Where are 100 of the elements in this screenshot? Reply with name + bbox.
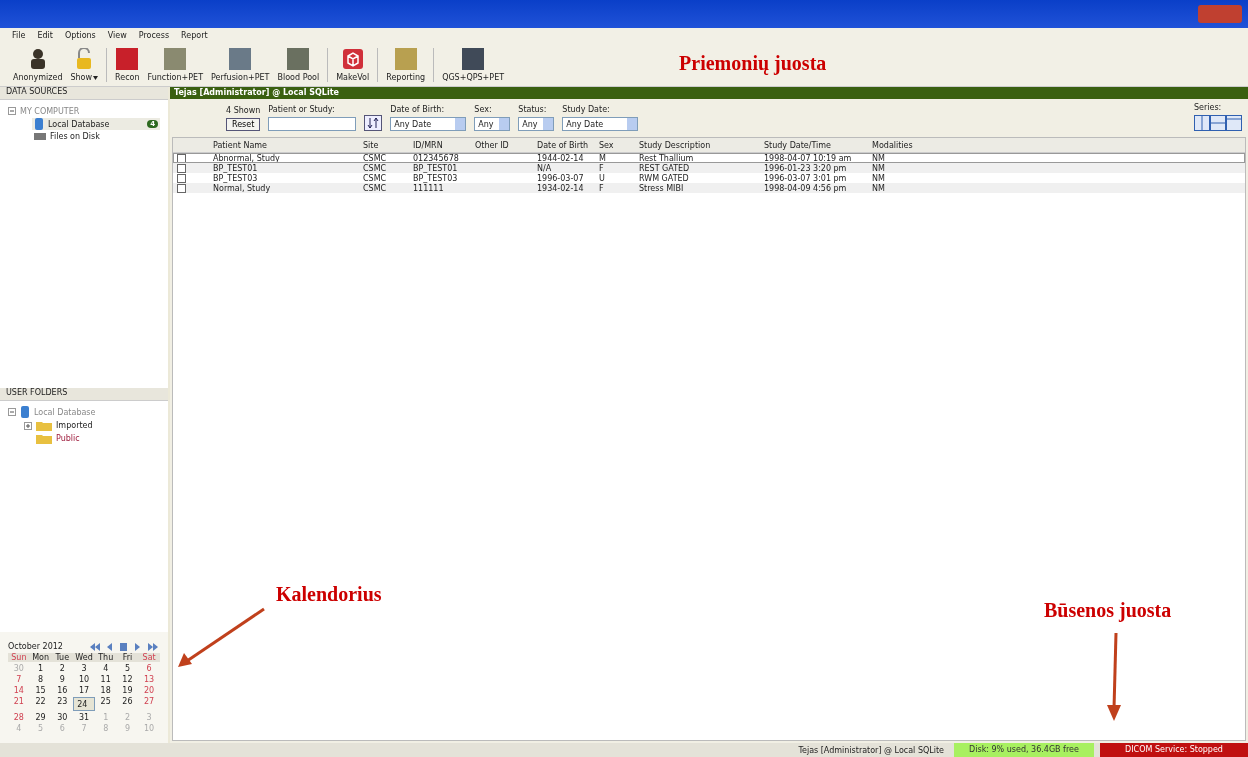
calendar-day[interactable]: 10 (73, 675, 95, 684)
table-cell: 1996-01-23 3:20 pm (764, 163, 847, 173)
calendar-day[interactable]: 20 (138, 686, 160, 695)
checkbox-icon[interactable] (177, 153, 186, 163)
calendar-day[interactable]: 30 (51, 713, 74, 722)
table-cell: RWM GATED (639, 173, 689, 183)
calendar-day[interactable]: 18 (94, 686, 117, 695)
button-label: Recon (115, 73, 140, 82)
table-cell: NM (872, 163, 885, 173)
calendar-day[interactable]: 19 (116, 686, 139, 695)
toolbar-button[interactable]: Show (67, 46, 102, 84)
count-label: 4 Shown (226, 106, 261, 116)
dropdown[interactable]: Any Date (390, 117, 467, 131)
column-header[interactable]: Date of Birth (535, 140, 597, 150)
calendar-day[interactable]: 3 (73, 664, 95, 673)
table-cell: 1996-03-07 3:01 pm (764, 173, 847, 183)
table-row[interactable]: BP_TEST01 CSMC BP_TEST01 N/A F REST GATED 1996-01-23 3:20 pm NM (173, 163, 1245, 173)
calendar-day[interactable]: 22 (29, 697, 52, 711)
toolbar-button[interactable]: Function+PET (144, 46, 207, 84)
collapse-icon[interactable] (8, 408, 16, 416)
folder-label[interactable]: Imported (56, 421, 93, 430)
expand-icon[interactable] (24, 421, 32, 430)
reset-button[interactable]: Reset (226, 118, 261, 131)
column-header[interactable]: Study Date/Time (762, 140, 870, 150)
column-header[interactable]: ID/MRN (411, 140, 473, 150)
table-row[interactable]: Abnormal, Study CSMC 012345678 1944-02-14 M Rest Thallium 1998-04-07 10:19 am NM (173, 153, 1245, 163)
calendar-day[interactable]: 15 (29, 686, 52, 695)
database-icon (34, 118, 44, 130)
menu-item[interactable]: Report (181, 30, 208, 40)
dropdown[interactable]: Any (474, 117, 511, 131)
toolbar-button[interactable]: Recon (112, 46, 143, 84)
table-cell: F (599, 183, 604, 193)
field-label: Status: (518, 105, 548, 115)
table-cell: Stress MIBI (639, 183, 684, 193)
tree-root-label: MY COMPUTER (20, 106, 80, 116)
column-header[interactable]: Modalities (870, 140, 960, 150)
calendar-day[interactable]: 11 (94, 675, 117, 684)
table-row[interactable]: BP_TEST03 CSMC BP_TEST03 1996-03-07 U RWM GATED 1996-03-07 3:01 pm NM (173, 173, 1245, 183)
toolbar-button[interactable]: QGS+QPS+PET (439, 46, 508, 84)
calendar-day[interactable]: 27 (138, 697, 160, 711)
calendar-day[interactable]: 25 (94, 697, 117, 711)
layout-icon[interactable] (1194, 115, 1242, 131)
collapse-icon[interactable] (8, 107, 16, 115)
calendar-day[interactable]: 8 (29, 675, 52, 684)
calendar-day[interactable]: 28 (8, 713, 30, 722)
column-header[interactable]: Other ID (473, 140, 535, 150)
calendar-day[interactable]: 16 (51, 686, 74, 695)
table-cell: Normal, Study (213, 183, 271, 193)
toolbar-button[interactable]: MakeVol (333, 46, 373, 84)
checkbox-icon[interactable] (177, 163, 186, 173)
service-status-indicator: DICOM Service: Stopped (1100, 743, 1248, 757)
search-field[interactable] (268, 117, 357, 131)
dropdown[interactable]: Any Date (562, 117, 639, 131)
calendar-day[interactable]: 26 (116, 697, 139, 711)
calendar-day[interactable]: 12 (116, 675, 139, 684)
column-header[interactable]: Site (361, 140, 411, 150)
table-cell: BP_TEST03 (413, 173, 458, 183)
weekday-label: Mon (29, 653, 52, 662)
calendar-day[interactable]: 17 (73, 686, 95, 695)
menu-item[interactable]: Edit (37, 30, 53, 40)
table-row[interactable]: Normal, Study CSMC 111111 1934-02-14 F Stress MIBI 1998-04-09 4:56 pm NM (173, 183, 1245, 193)
calendar-day[interactable]: 31 (73, 713, 95, 722)
toolbar-button[interactable]: Reporting (383, 46, 429, 84)
checkbox-icon[interactable] (177, 183, 186, 193)
tree-root-label: Local Database (34, 407, 96, 417)
toolbar-button[interactable]: Anonymized (10, 46, 66, 84)
folder-label[interactable]: Public (56, 434, 80, 443)
calendar-navigation-icon[interactable] (90, 642, 160, 651)
toolbar-button[interactable]: Blood Pool (274, 46, 323, 84)
month-label: October 2012 (8, 642, 63, 651)
toolbar-button[interactable]: Perfusion+PET (208, 46, 273, 84)
calendar-day[interactable]: 1 (29, 664, 52, 673)
column-header[interactable]: Sex (597, 140, 637, 150)
calendar-day[interactable]: 7 (8, 675, 30, 684)
calendar-day[interactable]: 2 (51, 664, 74, 673)
menu-item[interactable]: File (12, 30, 26, 40)
calendar-day[interactable]: 14 (8, 686, 30, 695)
dropdown[interactable]: Any (518, 117, 555, 131)
calendar-day[interactable]: 24 (73, 697, 95, 711)
calendar-day[interactable]: 21 (8, 697, 30, 711)
menu-item[interactable]: Options (64, 30, 96, 40)
calendar-day[interactable]: 29 (29, 713, 52, 722)
button-label: Function+PET (147, 73, 204, 82)
sort-icon[interactable] (364, 115, 383, 131)
annotation-label: Priemonių juosta (679, 51, 827, 75)
calendar-day[interactable]: 13 (138, 675, 160, 684)
menu-item[interactable]: Process (138, 30, 170, 40)
tree-item[interactable]: Files on Disk (32, 130, 160, 142)
checkbox-icon[interactable] (177, 173, 186, 183)
table-cell: 1934-02-14 (537, 183, 584, 193)
column-header[interactable]: Study Description (637, 140, 762, 150)
table-cell: 1944-02-14 (537, 153, 584, 163)
calendar-day[interactable]: 6 (138, 664, 160, 673)
menu-item[interactable]: View (107, 30, 127, 40)
table-cell: 111111 (413, 183, 444, 193)
calendar-day[interactable]: 23 (51, 697, 74, 711)
calendar-day[interactable]: 5 (116, 664, 139, 673)
column-header[interactable]: Patient Name (211, 140, 361, 150)
calendar-day[interactable]: 9 (51, 675, 74, 684)
calendar-day[interactable]: 4 (94, 664, 117, 673)
